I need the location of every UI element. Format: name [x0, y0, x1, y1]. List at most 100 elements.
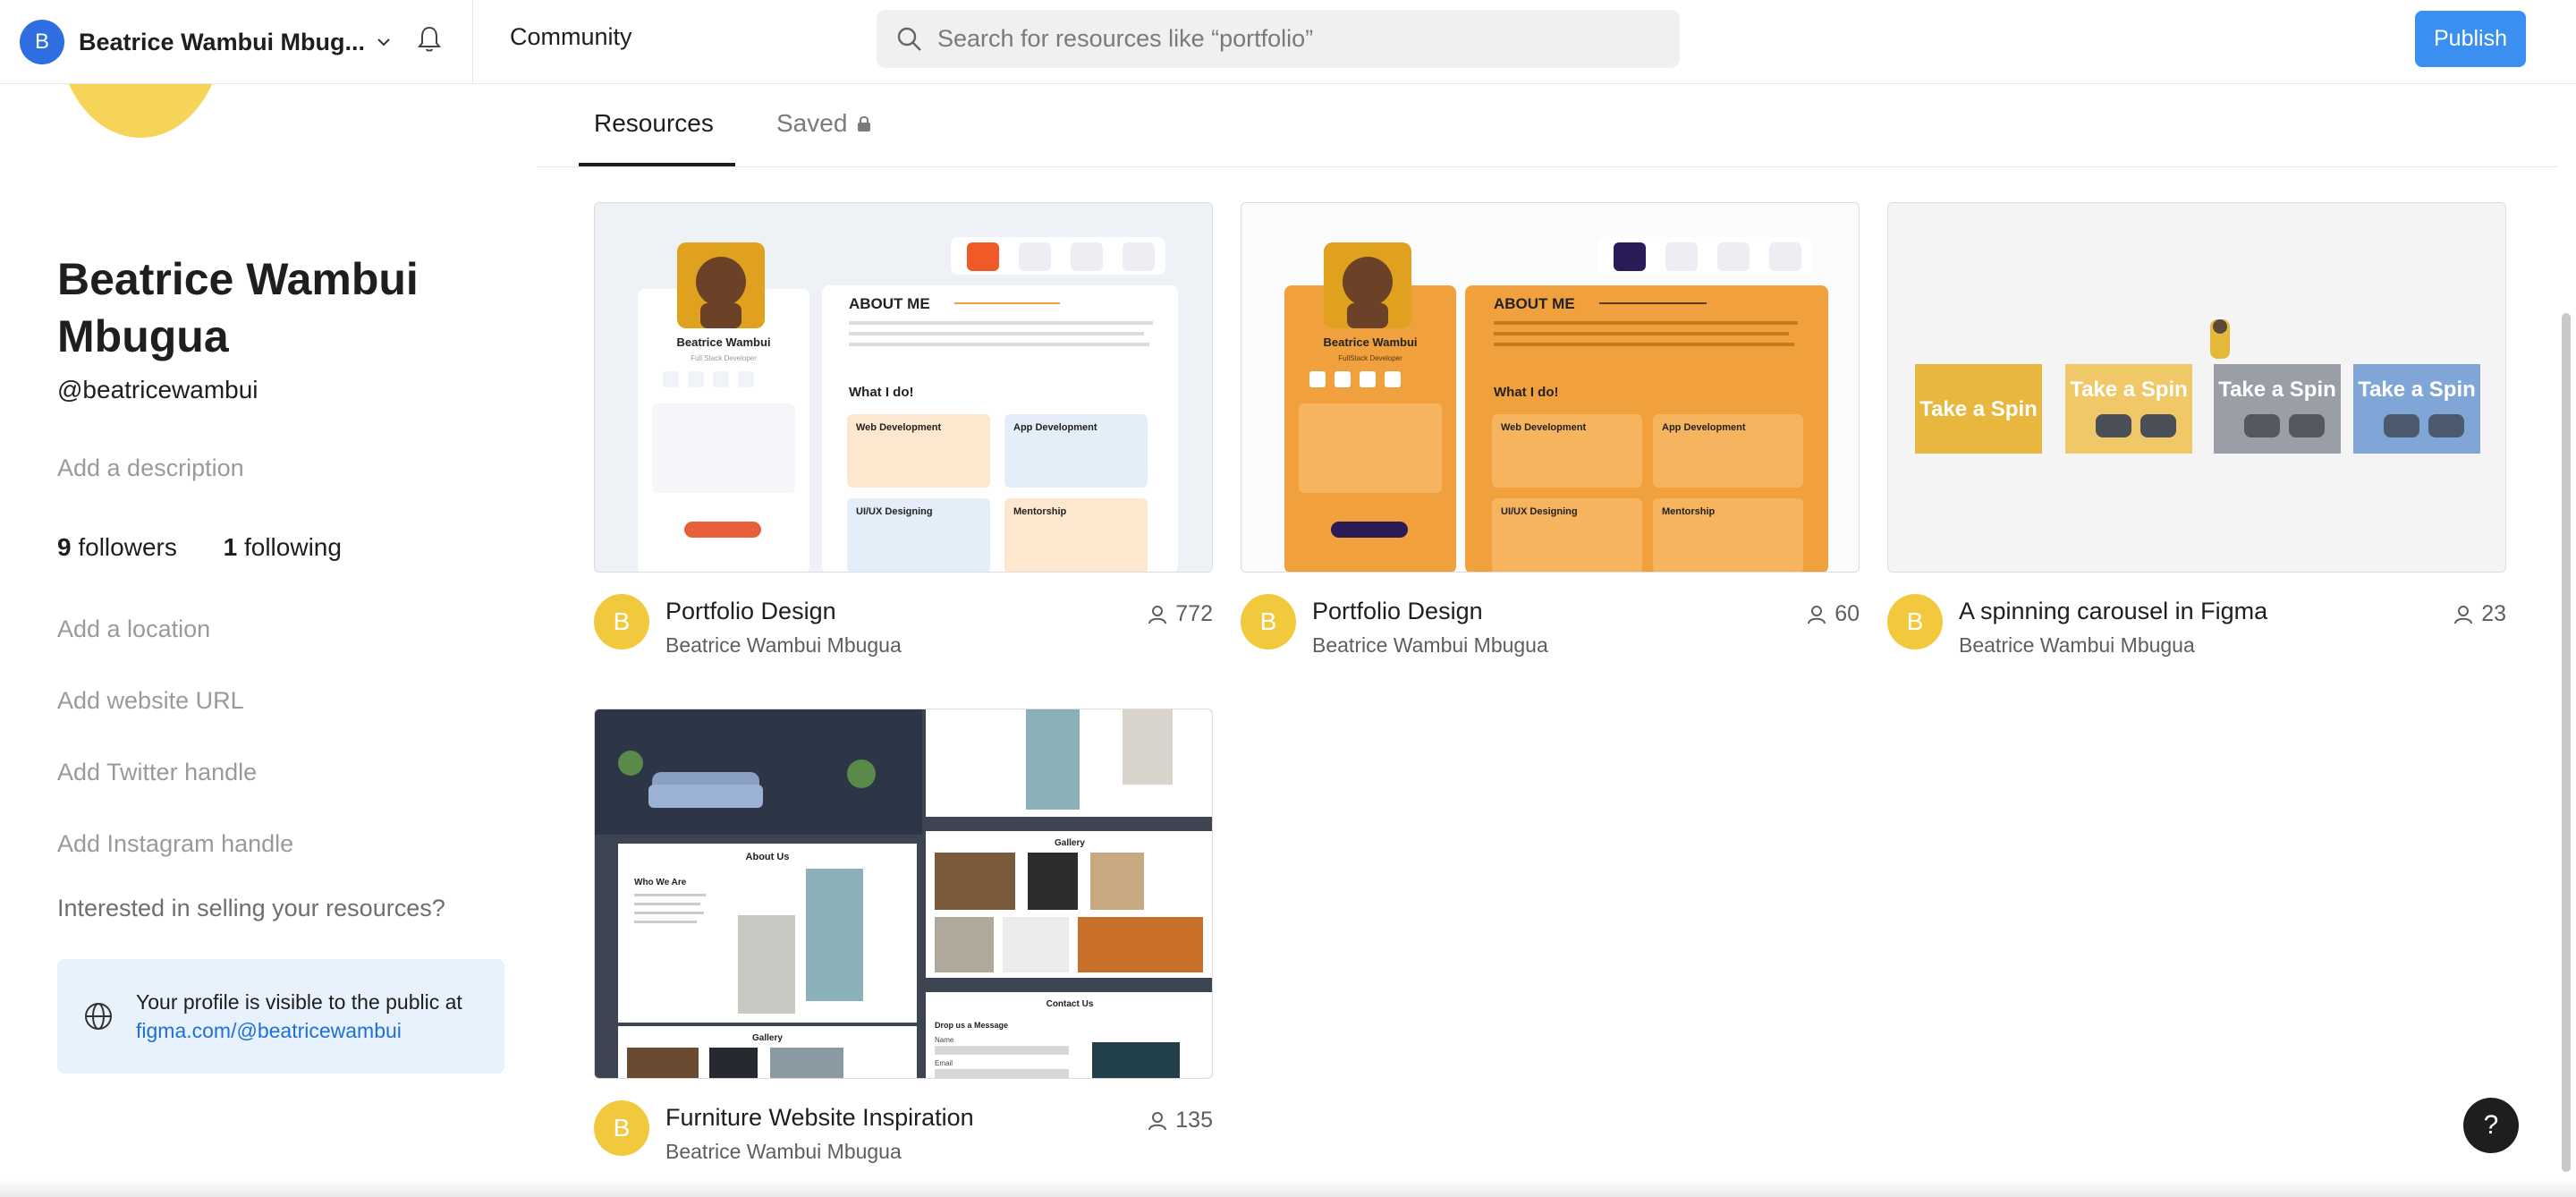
- portfolio-preview: Beatrice Wambui FullStack Developer ABOU…: [1241, 203, 1859, 572]
- resource-title[interactable]: Portfolio Design: [1312, 598, 1483, 625]
- user-count: 772: [1147, 601, 1213, 627]
- svg-text:What I do!: What I do!: [1494, 385, 1558, 400]
- svg-text:Take a Spin: Take a Spin: [2358, 378, 2476, 402]
- resource-thumbnail[interactable]: Beatrice Wambui FullStack Developer ABOU…: [1241, 202, 1860, 573]
- svg-text:Web Development: Web Development: [856, 422, 941, 433]
- publish-button[interactable]: Publish: [2415, 11, 2526, 67]
- resource-author[interactable]: Beatrice Wambui Mbugua: [665, 1140, 902, 1164]
- chevron-down-icon: [377, 38, 390, 47]
- lock-icon: [858, 116, 871, 132]
- community-link[interactable]: Community: [510, 23, 632, 51]
- svg-text:Take a Spin: Take a Spin: [2070, 378, 2188, 402]
- svg-text:Email: Email: [935, 1059, 953, 1067]
- svg-text:Name: Name: [935, 1036, 954, 1044]
- tab-saved-label: Saved: [776, 109, 848, 137]
- svg-text:UI/UX Designing: UI/UX Designing: [856, 506, 933, 517]
- author-avatar[interactable]: B: [594, 594, 649, 649]
- active-tab-indicator: [579, 163, 735, 166]
- scrollbar[interactable]: [2562, 313, 2571, 1172]
- following-link[interactable]: 1 following: [224, 533, 342, 561]
- svg-text:Mentorship: Mentorship: [1013, 506, 1067, 517]
- add-twitter-link[interactable]: Add Twitter handle: [57, 759, 257, 786]
- user-icon: [1808, 605, 1826, 624]
- portfolio-preview: Beatrice Wambui Full Stack Developer ABO…: [595, 203, 1212, 572]
- furniture-preview: About Us Who We Are Gallery Gallery Cont…: [595, 709, 1212, 1078]
- svg-text:Beatrice Wambui: Beatrice Wambui: [677, 335, 771, 349]
- svg-text:App Development: App Development: [1013, 422, 1097, 433]
- help-button[interactable]: ?: [2463, 1098, 2519, 1153]
- svg-text:ABOUT ME: ABOUT ME: [1494, 295, 1575, 312]
- resource-card[interactable]: About Us Who We Are Gallery Gallery Cont…: [594, 709, 1213, 1163]
- svg-text:What I do!: What I do!: [849, 385, 913, 400]
- profile-name: Beatrice Wambui Mbugua: [57, 254, 419, 361]
- svg-text:ABOUT ME: ABOUT ME: [849, 295, 930, 312]
- author-avatar[interactable]: B: [1887, 594, 1943, 649]
- author-avatar[interactable]: B: [1241, 594, 1296, 649]
- svg-text:Web Development: Web Development: [1501, 422, 1586, 433]
- account-avatar: B: [20, 20, 64, 64]
- svg-text:Mentorship: Mentorship: [1662, 506, 1716, 517]
- user-count-value: 135: [1175, 1108, 1213, 1133]
- user-count: 23: [2453, 601, 2506, 627]
- resource-title[interactable]: Furniture Website Inspiration: [665, 1104, 974, 1132]
- carousel-preview: Take a Spin Take a Spin Take a Spin Take…: [1888, 203, 2505, 572]
- resource-author[interactable]: Beatrice Wambui Mbugua: [1312, 633, 1548, 658]
- user-icon: [1148, 1111, 1167, 1130]
- resource-thumbnail[interactable]: Beatrice Wambui Full Stack Developer ABO…: [594, 202, 1213, 573]
- follow-stats: 9 followers 1 following: [57, 533, 342, 562]
- svg-text:App Development: App Development: [1662, 422, 1746, 433]
- svg-text:Drop us a Message: Drop us a Message: [935, 1021, 1008, 1030]
- add-description-link[interactable]: Add a description: [57, 454, 244, 482]
- svg-text:Contact Us: Contact Us: [1046, 999, 1094, 1009]
- svg-text:Beatrice Wambui: Beatrice Wambui: [1324, 335, 1418, 349]
- header-divider: [472, 0, 473, 84]
- resource-card[interactable]: Take a Spin Take a Spin Take a Spin Take…: [1887, 202, 2506, 657]
- visibility-text: Your profile is visible to the public at: [136, 990, 462, 1014]
- svg-text:Gallery: Gallery: [752, 1033, 783, 1043]
- resource-author[interactable]: Beatrice Wambui Mbugua: [665, 633, 902, 658]
- user-icon: [1148, 605, 1167, 624]
- tab-resources[interactable]: Resources: [594, 109, 714, 138]
- resource-title[interactable]: Portfolio Design: [665, 598, 836, 625]
- account-name: Beatrice Wambui Mbug...: [79, 28, 366, 55]
- tabs-divider: [537, 166, 2558, 167]
- globe-icon: [85, 1003, 112, 1030]
- followers-link[interactable]: 9 followers: [57, 533, 177, 561]
- user-count-value: 23: [2481, 601, 2506, 626]
- user-count-value: 772: [1175, 601, 1213, 626]
- svg-text:Who We Are: Who We Are: [634, 878, 687, 887]
- search-bar[interactable]: [877, 10, 1680, 68]
- resource-thumbnail[interactable]: About Us Who We Are Gallery Gallery Cont…: [594, 709, 1213, 1079]
- resource-card[interactable]: Beatrice Wambui FullStack Developer ABOU…: [1241, 202, 1860, 657]
- add-instagram-link[interactable]: Add Instagram handle: [57, 830, 293, 858]
- search-icon: [897, 27, 921, 51]
- add-website-link[interactable]: Add website URL: [57, 687, 244, 715]
- top-bar: B Beatrice Wambui Mbug... Community Publ…: [0, 0, 2576, 84]
- svg-text:Full Stack Developer: Full Stack Developer: [691, 354, 757, 362]
- tab-saved[interactable]: Saved: [776, 109, 872, 138]
- user-count: 135: [1147, 1108, 1213, 1133]
- svg-text:About Us: About Us: [746, 852, 790, 862]
- add-location-link[interactable]: Add a location: [57, 615, 210, 643]
- svg-text:Gallery: Gallery: [1055, 838, 1085, 848]
- user-icon: [2454, 605, 2473, 624]
- resource-author[interactable]: Beatrice Wambui Mbugua: [1959, 633, 2195, 658]
- bell-icon[interactable]: [413, 23, 445, 55]
- svg-text:FullStack Developer: FullStack Developer: [1338, 354, 1402, 362]
- resource-title[interactable]: A spinning carousel in Figma: [1959, 598, 2267, 625]
- resource-card[interactable]: Beatrice Wambui Full Stack Developer ABO…: [594, 202, 1213, 657]
- resource-thumbnail[interactable]: Take a Spin Take a Spin Take a Spin Take…: [1887, 202, 2506, 573]
- search-input[interactable]: [937, 25, 1653, 53]
- profile-url-link[interactable]: figma.com/@beatricewambui: [136, 1016, 462, 1045]
- svg-text:Take a Spin: Take a Spin: [1919, 397, 2038, 421]
- profile-handle: @beatricewambui: [57, 376, 258, 403]
- svg-text:Take a Spin: Take a Spin: [2218, 378, 2336, 402]
- svg-text:UI/UX Designing: UI/UX Designing: [1501, 506, 1578, 517]
- author-avatar[interactable]: B: [594, 1100, 649, 1156]
- profile-visibility-notice: Your profile is visible to the public at…: [57, 959, 504, 1074]
- sell-resources-link[interactable]: Interested in selling your resources?: [57, 895, 445, 922]
- user-count: 60: [1806, 601, 1860, 627]
- account-switcher[interactable]: B Beatrice Wambui Mbug...: [20, 20, 394, 64]
- bottom-edge: [0, 1179, 2576, 1197]
- user-count-value: 60: [1835, 601, 1860, 626]
